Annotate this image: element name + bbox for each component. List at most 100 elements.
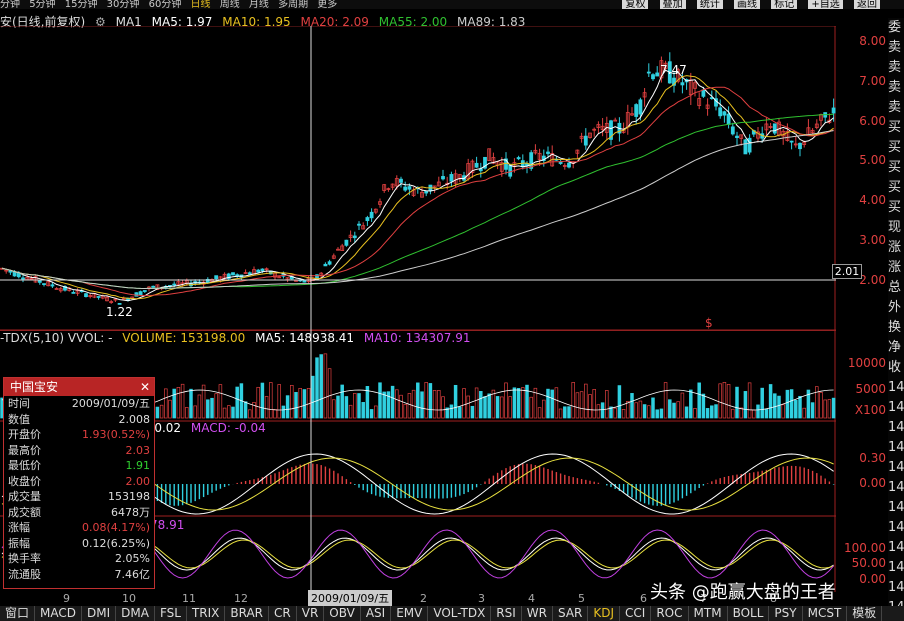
volume-bar [537,407,542,419]
volume-ma5: MA5: 148938.41 [255,331,355,345]
volume-bar [794,400,798,419]
tab-cci[interactable]: CCI [620,606,652,621]
info-row: 最高价 2.03 [4,443,154,459]
tab-trix[interactable]: TRIX [187,606,226,621]
volume-bar [663,382,668,419]
tab-dma[interactable]: DMA [116,606,155,621]
tab-模板[interactable]: 模板 [847,606,883,621]
period-daily[interactable]: 日线 [191,0,211,9]
period-30min[interactable]: 30分钟 [107,0,140,9]
tab-mcst[interactable]: MCST [803,606,848,621]
volume-bar [655,409,659,419]
volume-bar [256,386,260,419]
side-panel-label: 14 [888,440,904,455]
volume-bar [613,407,617,419]
back-button[interactable]: 返回 [854,0,880,9]
tab-vr[interactable]: VR [297,606,325,621]
candle-body [21,277,25,280]
volume-bar [512,387,517,419]
period-monthly[interactable]: 月线 [249,0,269,9]
candle-body [718,107,723,117]
candle-body [722,111,727,116]
tab-obv[interactable]: OBV [324,606,361,621]
side-panel-label: 总 [888,280,902,295]
tab-brar[interactable]: BRAR [225,606,270,621]
price-tick: 5.00 [859,153,886,167]
candle-body [357,223,361,226]
candle-body [365,217,370,221]
candle-body [789,140,794,143]
tab-dmi[interactable]: DMI [82,606,117,621]
volume-tick: 5000 [855,382,886,396]
period-1min[interactable]: 分钟 [0,0,20,9]
period-multi[interactable]: 多周期 [278,0,308,9]
time-tick: 11 [182,592,196,605]
volume-bar [810,402,815,419]
volume-bar [521,387,525,419]
volume-bar [197,394,202,419]
period-5min[interactable]: 5分钟 [29,0,55,9]
volume-title: -TDX(5,10) VVOL: - [0,331,113,345]
add-watchlist-button[interactable]: +自选 [808,0,843,9]
stats-button[interactable]: 统计 [696,0,723,9]
volume-bar [815,386,819,419]
period-60min[interactable]: 60分钟 [149,0,182,9]
info-value: 2.03 [125,443,151,457]
tab-boll[interactable]: BOLL [728,606,770,621]
side-panel-label: 14 [888,400,904,415]
toolbar-buttons: 复权 叠加 统计 画线 标记 +自选 返回 [620,0,886,9]
volume-bar [773,393,777,419]
candle-body [399,178,403,183]
tab-vol-tdx[interactable]: VOL-TDX [428,606,492,621]
tab-kdj[interactable]: KDJ [588,606,621,621]
volume-value: VOLUME: 153198.00 [122,331,246,345]
tab-mtm[interactable]: MTM [689,606,728,621]
info-value: 7.46亿 [114,567,151,581]
volume-bar [500,396,504,419]
tab-fsl[interactable]: FSL [155,606,187,621]
mark-button[interactable]: 标记 [771,0,798,9]
tab-emv[interactable]: EMV [391,606,429,621]
volume-bar [466,395,470,419]
volume-bar [827,399,832,419]
volume-bar [470,405,475,419]
volume-bar [302,389,307,419]
info-popup-header[interactable]: 中国宝安 ✕ [4,378,154,396]
period-weekly[interactable]: 周线 [220,0,240,9]
candle-body [441,176,445,180]
tab-macd[interactable]: MACD [35,606,82,621]
volume-bar [159,404,164,419]
tab-sar[interactable]: SAR [553,606,589,621]
side-panel-label: 涨 [888,260,902,275]
tab-roc[interactable]: ROC [651,606,689,621]
info-value: 1.93(0.52%) [81,428,150,441]
info-value: 2.00 [125,474,151,488]
volume-bar [495,396,500,419]
info-key: 涨幅 [8,521,30,534]
adjust-button[interactable]: 复权 [622,0,649,9]
indicator-tabs: 窗口 MACD DMI DMA FSL TRIX BRAR CR VR OBV ASI EMV VOL-… [0,606,904,621]
tab-asi[interactable]: ASI [361,606,392,621]
info-row: 换手率 2.05% [4,551,154,567]
tab-wr[interactable]: WR [522,606,553,621]
candle-body [508,164,513,177]
overlay-button[interactable]: 叠加 [659,0,686,9]
info-popup[interactable]: 中国宝安 ✕ 时间 2009/01/09/五 数值 2.008 开盘价 1.93(0.52… [3,377,155,589]
tab-psy[interactable]: PSY [769,606,803,621]
tab-窗口[interactable]: 窗口 [0,606,36,621]
volume-bar [344,396,349,419]
period-more[interactable]: 更多 [317,0,337,9]
side-panel-label: 14 [888,480,904,495]
tab-cr[interactable]: CR [269,606,297,621]
draw-line-button[interactable]: 画线 [734,0,761,9]
volume-bar [689,389,693,419]
period-15min[interactable]: 15分钟 [65,0,98,9]
volume-bar [571,382,575,419]
tab-rsi[interactable]: RSI [491,606,522,621]
candle-body [256,269,261,273]
info-key: 成交额 [8,505,41,519]
candle-body [634,104,639,117]
volume-bar [420,391,424,419]
volume-bar [718,383,722,419]
close-icon[interactable]: ✕ [140,378,150,396]
